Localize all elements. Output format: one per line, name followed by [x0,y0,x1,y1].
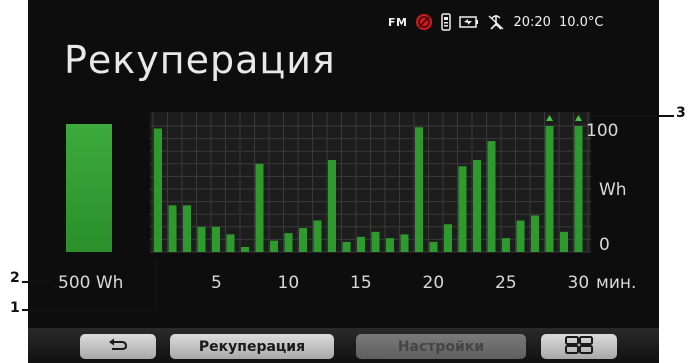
recuperation-chart [150,112,591,253]
chart-bar [531,215,539,252]
outside-temperature: 10.0°C [558,14,604,30]
tab-settings-label: Настройки [397,338,485,355]
chart-bar [458,166,467,252]
chart-bar [357,236,365,252]
chart-bar [371,231,380,252]
chart-bar [168,205,177,252]
chart-bar [241,246,249,252]
callout-line [590,115,674,117]
chart-bar [255,163,264,252]
x-axis-unit: мин. [596,273,637,293]
chart-bar [502,238,510,252]
no-navigation-icon [415,13,433,31]
stored-energy-gauge [66,124,112,252]
callout-line [22,281,50,283]
x-tick-label: 15 [350,273,372,293]
callout-line [22,309,156,311]
x-tick-label: 20 [422,273,445,293]
page-title: Рекуперация [64,38,336,82]
grid-menu-icon [565,335,593,358]
chart-bar [560,231,568,252]
chart-bar [197,226,206,252]
x-tick-label: 10 [277,273,300,293]
phone-icon [441,13,452,31]
x-tick-label: 30 [567,273,590,293]
tab-recuperation-label: Рекуперация [198,338,306,355]
chart-bar [516,220,525,252]
chart-bar [328,160,336,252]
chart-bar [545,126,554,252]
chart-bar [444,224,452,252]
status-bar: FM 20:20 10.0°C [388,10,603,34]
tab-recuperation[interactable]: Рекуперация [170,334,334,359]
callout-line [155,258,157,310]
y-tick-label: 100 [586,121,619,141]
stored-energy-bar [66,124,112,252]
chart-bar [226,234,235,252]
y-tick-label: 0 [599,235,610,255]
x-tick-label: 25 [495,273,517,293]
chart-bar [313,220,322,252]
callout-1: 1 [10,300,20,316]
chart-bar [574,126,583,252]
bottom-toolbar: Рекуперация Настройки [28,328,659,363]
callout-2: 2 [10,270,20,286]
chart-bar [400,234,409,252]
battery-icon [459,15,479,29]
satellite-off-icon [487,13,505,31]
tab-settings[interactable]: Настройки [356,334,526,359]
chart-bar [473,160,481,252]
chart-bar [183,205,191,252]
chart-bar [212,226,220,252]
chart-bar [299,228,307,252]
clock: 20:20 [513,14,551,30]
chart-bar [386,238,394,252]
radio-band: FM [388,15,408,29]
chart-bar [154,128,162,252]
chart-bar [487,141,496,252]
back-button[interactable] [80,334,156,359]
menu-button[interactable] [541,334,617,359]
stored-energy-label: 500 Wh [58,273,124,293]
chart-bar [429,241,438,252]
chart-bar [342,241,351,252]
back-arrow-icon [107,338,129,356]
chart-bar [415,127,423,252]
chart-bar [270,240,278,252]
x-tick-label: 5 [211,273,222,293]
chart-bar [284,233,293,252]
y-axis-unit: Wh [599,180,627,200]
callout-3: 3 [676,105,686,121]
